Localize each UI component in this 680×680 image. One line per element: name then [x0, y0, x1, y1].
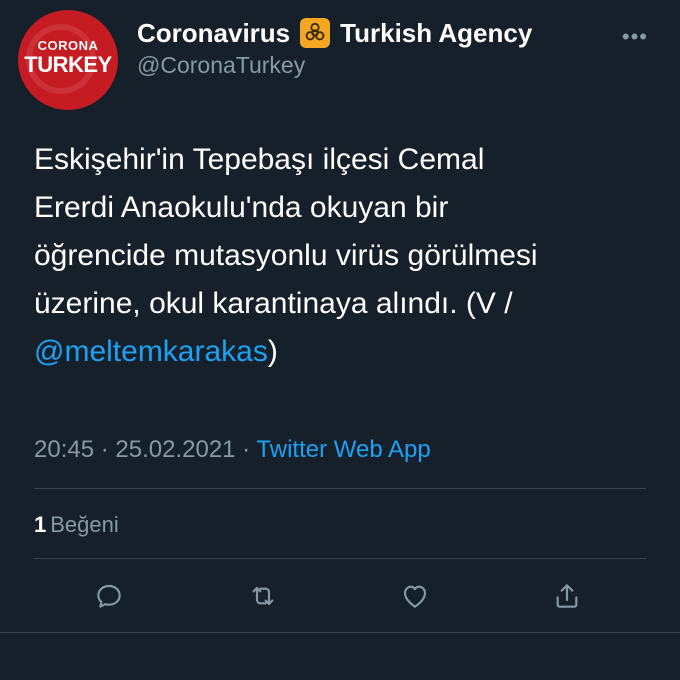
- display-name-row[interactable]: Coronavirus Turkish Agency: [137, 16, 532, 50]
- likes-count: 1: [34, 512, 47, 537]
- divider: [34, 488, 646, 489]
- avatar-text-line2: TURKEY: [24, 52, 112, 77]
- avatar-text-line1: CORONA: [37, 38, 99, 53]
- biohazard-icon: [300, 18, 331, 48]
- tweet-date[interactable]: 25.02.2021: [115, 436, 235, 463]
- mention-link[interactable]: @meltemkarakas: [34, 335, 268, 368]
- reply-icon[interactable]: [91, 578, 127, 614]
- tweet-text: Eskişehir'in Tepebaşı ilçesi Cemal Ererd…: [34, 136, 654, 376]
- divider: [0, 632, 680, 633]
- tweet-body-end: ): [267, 335, 278, 368]
- tweet-source-link[interactable]: Twitter Web App: [256, 436, 430, 463]
- display-name-part2: Turkish Agency: [340, 17, 533, 48]
- share-icon[interactable]: [549, 578, 585, 614]
- tweet-header: CORONA TURKEY Coronavirus Turkish Agency…: [0, 0, 680, 110]
- display-name-part1: Coronavirus: [137, 17, 291, 48]
- user-handle[interactable]: @CoronaTurkey: [137, 52, 305, 79]
- like-icon[interactable]: [397, 578, 433, 614]
- meta-separator: ·: [235, 436, 257, 463]
- divider: [34, 558, 646, 559]
- retweet-icon[interactable]: [245, 578, 281, 614]
- likes-label: Beğeni: [50, 512, 119, 537]
- more-options-icon[interactable]: •••: [622, 24, 648, 50]
- tweet-meta: 20:45 · 25.02.2021 · Twitter Web App: [34, 436, 431, 464]
- tweet-time[interactable]: 20:45: [34, 436, 94, 463]
- tweet-body: Eskişehir'in Tepebaşı ilçesi Cemal Ererd…: [34, 143, 538, 320]
- tweet-actions: [0, 578, 680, 618]
- avatar[interactable]: CORONA TURKEY: [18, 10, 118, 110]
- likes-stat[interactable]: 1 Beğeni: [34, 512, 119, 538]
- meta-separator: ·: [94, 436, 116, 463]
